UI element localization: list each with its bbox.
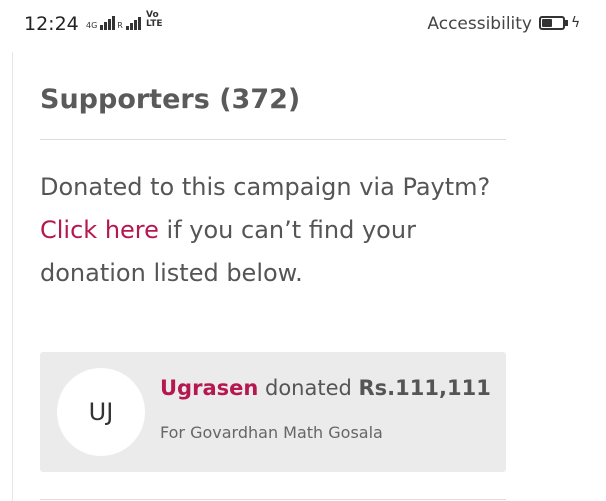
accessibility-label: Accessibility	[427, 14, 532, 34]
title-divider	[40, 139, 506, 140]
signal-bars-icon	[100, 14, 116, 30]
content-left-border	[12, 52, 13, 501]
donation-cause: For Govardhan Math Gosala	[160, 423, 383, 442]
donation-summary: Ugrasen donated Rs.111,111	[160, 376, 491, 400]
volte-icon: Vo LTE	[146, 11, 163, 29]
battery-icon	[539, 16, 565, 30]
status-bar: 12:24 4G R Vo LTE Accessibility ϟ	[0, 0, 606, 52]
volte-bottom: LTE	[146, 19, 163, 29]
avatar: UJ	[57, 368, 145, 456]
battery-tip	[565, 20, 568, 26]
intro-text: Donated to this campaign via Paytm? Clic…	[40, 166, 510, 295]
charging-bolt-icon: ϟ	[571, 15, 581, 31]
battery-fill	[542, 19, 552, 27]
list-divider	[40, 499, 506, 500]
sim-label: R	[117, 21, 123, 30]
donation-card: UJ Ugrasen donated Rs.111,111 For Govard…	[40, 352, 506, 472]
donated-verb: donated	[258, 376, 359, 400]
click-here-link[interactable]: Click here	[40, 216, 159, 244]
network-type-label: 4G	[86, 21, 98, 30]
status-time: 12:24	[24, 13, 79, 35]
signal-bars-icon-2	[125, 14, 141, 30]
donation-amount: Rs.111,111	[358, 376, 491, 400]
page-title: Supporters (372)	[40, 84, 301, 115]
donor-name[interactable]: Ugrasen	[160, 376, 258, 400]
intro-before: Donated to this campaign via Paytm?	[40, 173, 491, 201]
signal-indicator: 4G R	[86, 14, 141, 30]
